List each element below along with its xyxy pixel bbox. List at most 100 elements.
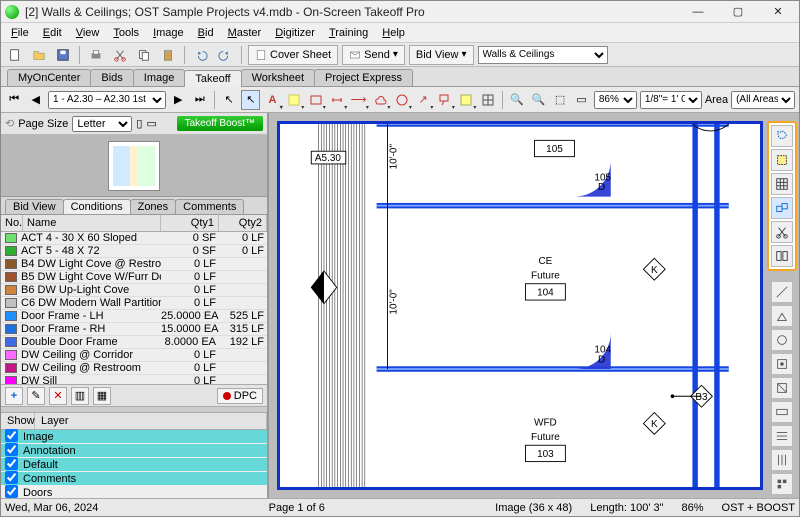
orient-landscape-icon[interactable]: ▭ [146, 117, 156, 130]
more2-icon[interactable] [771, 497, 793, 498]
tab-bids[interactable]: Bids [90, 69, 133, 86]
condition-row[interactable]: Door Frame - RH15.0000 EA315 LF [1, 323, 267, 336]
dimension-icon[interactable]: ▾ [328, 90, 347, 110]
zoom-fit-icon[interactable]: ⬚ [551, 90, 570, 110]
panel-tab-comments[interactable]: Comments [175, 199, 244, 214]
orient-portrait-icon[interactable]: ▯ [136, 117, 142, 130]
linear-icon[interactable] [771, 281, 793, 303]
delete-button[interactable]: ✕ [49, 387, 67, 405]
highlight-icon[interactable]: ▾ [285, 90, 304, 110]
condition-row[interactable]: Double Door Frame8.0000 EA192 LF [1, 336, 267, 349]
arrow-icon[interactable]: ↗▾ [414, 90, 433, 110]
redo-icon[interactable] [215, 45, 235, 65]
panel-tab-conditions[interactable]: Conditions [63, 199, 131, 214]
condition-row[interactable]: ACT 4 - 30 X 60 Sloped0 SF0 LF [1, 232, 267, 245]
condition-row[interactable]: B5 DW Light Cove W/Furr Down0 LF [1, 271, 267, 284]
zoom-out-icon[interactable]: 🔍 [529, 90, 548, 110]
scissors-icon[interactable] [771, 221, 793, 243]
count-icon[interactable] [771, 329, 793, 351]
add-button[interactable]: + [5, 387, 23, 405]
condition-row[interactable]: B4 DW Light Cove @ Restroom0 LF [1, 258, 267, 271]
minimize-button[interactable]: — [681, 2, 715, 22]
select-icon[interactable]: ↖ [241, 90, 260, 110]
cols-icon[interactable] [771, 449, 793, 471]
condition-row[interactable]: C6 DW Modern Wall Partition0 LF [1, 297, 267, 310]
rect-count-icon[interactable] [771, 401, 793, 423]
tab-takeoff[interactable]: Takeoff [184, 70, 241, 87]
link-icon[interactable]: ⟶▾ [349, 90, 368, 110]
col-name[interactable]: Name [23, 215, 161, 231]
copy-icon[interactable] [134, 45, 154, 65]
filter-button[interactable]: ▦ [93, 387, 111, 405]
project-dropdown[interactable]: Walls & Ceilings [478, 46, 608, 64]
menu-training[interactable]: Training [323, 25, 374, 41]
edit-button[interactable]: ✎ [27, 387, 45, 405]
menu-view[interactable]: View [70, 25, 106, 41]
condition-row[interactable]: DW Ceiling @ Corridor0 LF [1, 349, 267, 362]
similar-icon[interactable] [771, 197, 793, 219]
menu-tools[interactable]: Tools [107, 25, 145, 41]
grid-overlay-icon[interactable] [478, 90, 497, 110]
cut-icon[interactable] [110, 45, 130, 65]
panel-tab-bid-view[interactable]: Bid View [5, 199, 64, 214]
first-page-icon[interactable]: ⏮ [5, 90, 24, 110]
menu-bid[interactable]: Bid [192, 25, 220, 41]
condition-row[interactable]: B6 DW Up-Light Cove0 LF [1, 284, 267, 297]
layer-row[interactable]: Image [1, 430, 267, 444]
layer-checkbox[interactable] [5, 485, 18, 498]
page-thumbnail[interactable] [108, 141, 160, 191]
menu-file[interactable]: File [5, 25, 35, 41]
page-size-select[interactable]: Letter [72, 116, 132, 132]
layer-row[interactable]: Doors [1, 486, 267, 498]
area-select-icon[interactable] [771, 149, 793, 171]
tab-image[interactable]: Image [133, 69, 186, 86]
condition-row[interactable]: DW Sill0 LF [1, 375, 267, 384]
menu-help[interactable]: Help [376, 25, 411, 41]
col-show[interactable]: Show [1, 413, 35, 429]
backout-icon[interactable] [771, 353, 793, 375]
prev-page-icon[interactable]: ◀ [27, 90, 46, 110]
area-icon[interactable] [771, 305, 793, 327]
zoom-in-icon[interactable]: 🔍 [508, 90, 527, 110]
col-no[interactable]: No. [1, 215, 23, 231]
layer-checkbox[interactable] [5, 457, 18, 470]
cover-sheet-button[interactable]: Cover Sheet [248, 45, 338, 65]
hotlink-icon[interactable]: ▾ [392, 90, 411, 110]
layer-row[interactable]: Comments [1, 472, 267, 486]
area-select[interactable]: (All Areas) [731, 91, 795, 109]
print-icon[interactable] [86, 45, 106, 65]
maximize-button[interactable]: ▢ [721, 2, 755, 22]
compare-icon[interactable] [771, 245, 793, 267]
close-button[interactable]: ✕ [761, 2, 795, 22]
tab-worksheet[interactable]: Worksheet [241, 69, 315, 86]
dpc-button[interactable]: DPC [217, 388, 263, 404]
col-qty2[interactable]: Qty2 [219, 215, 267, 231]
panel-tab-zones[interactable]: Zones [130, 199, 177, 214]
layer-checkbox[interactable] [5, 429, 18, 442]
layer-row[interactable]: Default [1, 458, 267, 472]
menu-master[interactable]: Master [222, 25, 268, 41]
scale-select[interactable]: 1/8"= 1' 0" [640, 91, 702, 109]
lasso-icon[interactable] [771, 125, 793, 147]
tab-myoncenter[interactable]: MyOnCenter [7, 69, 91, 86]
col-qty1[interactable]: Qty1 [161, 215, 219, 231]
menu-image[interactable]: Image [147, 25, 190, 41]
zoom-select[interactable]: 86% [594, 91, 637, 109]
paste-icon[interactable] [158, 45, 178, 65]
callout-icon[interactable]: ▾ [435, 90, 454, 110]
col-layer[interactable]: Layer [35, 413, 267, 429]
takeoff-boost-button[interactable]: Takeoff Boost™ [177, 116, 263, 131]
layer-checkbox[interactable] [5, 443, 18, 456]
send-button[interactable]: Send ▾ [342, 45, 405, 65]
menu-digitizer[interactable]: Digitizer [269, 25, 321, 41]
bid-view-button[interactable]: Bid View ▾ [409, 45, 474, 65]
save-icon[interactable] [53, 45, 73, 65]
shape-rect-icon[interactable]: ▾ [306, 90, 325, 110]
columns-button[interactable]: ▥ [71, 387, 89, 405]
last-page-icon[interactable]: ⏭ [191, 90, 210, 110]
condition-row[interactable]: Door Frame - LH25.0000 EA525 LF [1, 310, 267, 323]
drawing-canvas[interactable]: A5.3010'-0"10'-0"105CEFuture104WFDFuture… [277, 121, 763, 490]
page-select[interactable]: 1 - A2.30 – A2.30 1st Floo [48, 91, 166, 109]
more-icon[interactable] [771, 473, 793, 495]
undo-icon[interactable] [191, 45, 211, 65]
